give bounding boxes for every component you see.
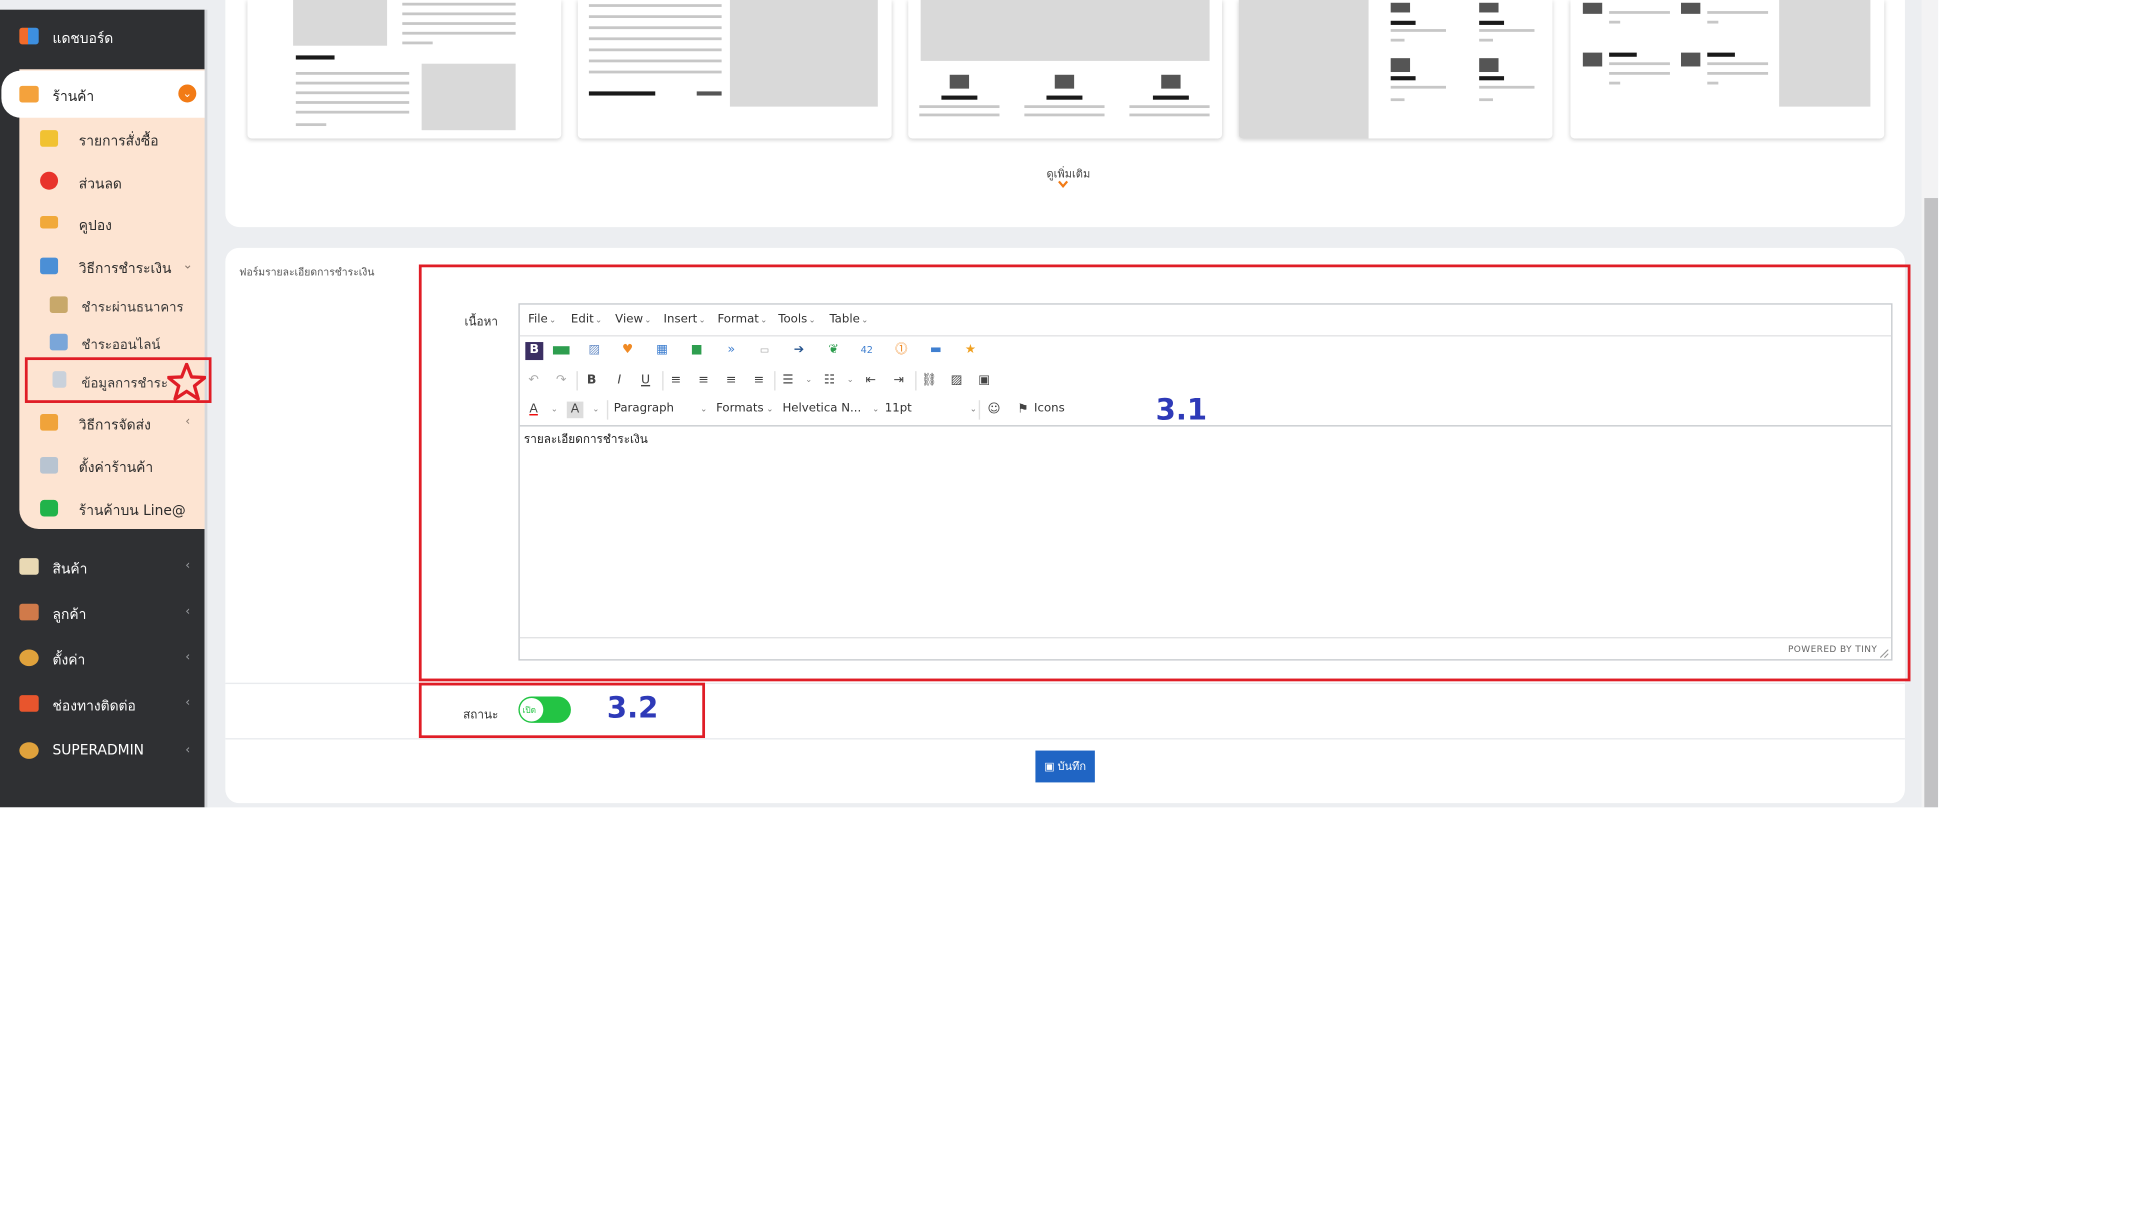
gear-icon [19,649,39,667]
chevron-down-icon[interactable] [1058,179,1069,190]
template-option-4[interactable] [1238,0,1553,139]
gear-icon [19,742,39,759]
sidebar-item-label: รายการสั่งซื้อ [78,134,159,150]
annotation-label-3-2: 3.2 [606,691,659,725]
sidebar-item-label: คูปอง [78,218,112,235]
sidebar-item-label: แดชบอร์ด [52,31,114,48]
sidebar-item-label: ลูกค้า [52,607,87,624]
shop-icon [19,85,39,103]
coupon-icon [40,216,59,229]
customers-icon [19,603,39,621]
online-pay-icon [49,333,68,351]
discount-icon [40,171,59,190]
highlight-box-status [418,682,706,739]
sidebar-item-label: SUPERADMIN [52,743,145,759]
bank-icon [49,296,68,313]
orders-icon [40,130,59,147]
dashboard-icon [19,27,39,45]
form-title: ฟอร์มรายละเอียดการชำระเงิน [239,265,375,279]
highlight-box-editor [418,264,1911,682]
template-option-1[interactable] [247,0,562,139]
sidebar-item-label: ชำระผ่านธนาคาร [81,300,184,316]
sidebar-item-label: ตั้งค่าร้านค้า [78,461,154,477]
template-option-2[interactable] [577,0,892,139]
chevron-down-icon: ⌄ [178,84,197,103]
page-scrollbar-thumb[interactable] [1924,198,1939,808]
annotation-label-3-1: 3.1 [1155,393,1208,427]
star-annotation-icon [167,362,206,401]
sidebar-item-label: ตั้งค่า [52,653,86,669]
sidebar-item-label: วิธีการชำระเงิน [78,261,172,277]
template-option-3[interactable] [908,0,1223,139]
store-icon [40,456,59,474]
template-option-5[interactable] [1570,0,1885,139]
sidebar-item-label: ร้านค้าบน Line@ [78,504,186,520]
sidebar-item-label: ชำระออนไลน์ [81,337,161,354]
phone-icon [19,695,39,712]
products-icon [19,558,39,575]
save-icon: ▣ [1044,760,1055,773]
line-icon [40,499,59,517]
sidebar-item-label: ส่วนลด [78,177,122,193]
sidebar-item-label: วิธีการจัดส่ง [78,418,151,434]
sidebar-scroll-rail[interactable] [204,9,208,808]
save-button[interactable]: ▣ บันทึก [1035,750,1095,783]
payment-icon [40,257,59,275]
sidebar-item-label: สินค้า [52,562,88,578]
app-window: แดชบอร์ด ร้านค้า ⌄ รายการสั่งซื้อ ส่วนลด… [0,0,1939,808]
sidebar-item-label: ร้านค้า [52,90,95,106]
sidebar-item-label: ช่องทางติดต่อ [52,699,136,715]
shipping-icon [40,414,59,431]
